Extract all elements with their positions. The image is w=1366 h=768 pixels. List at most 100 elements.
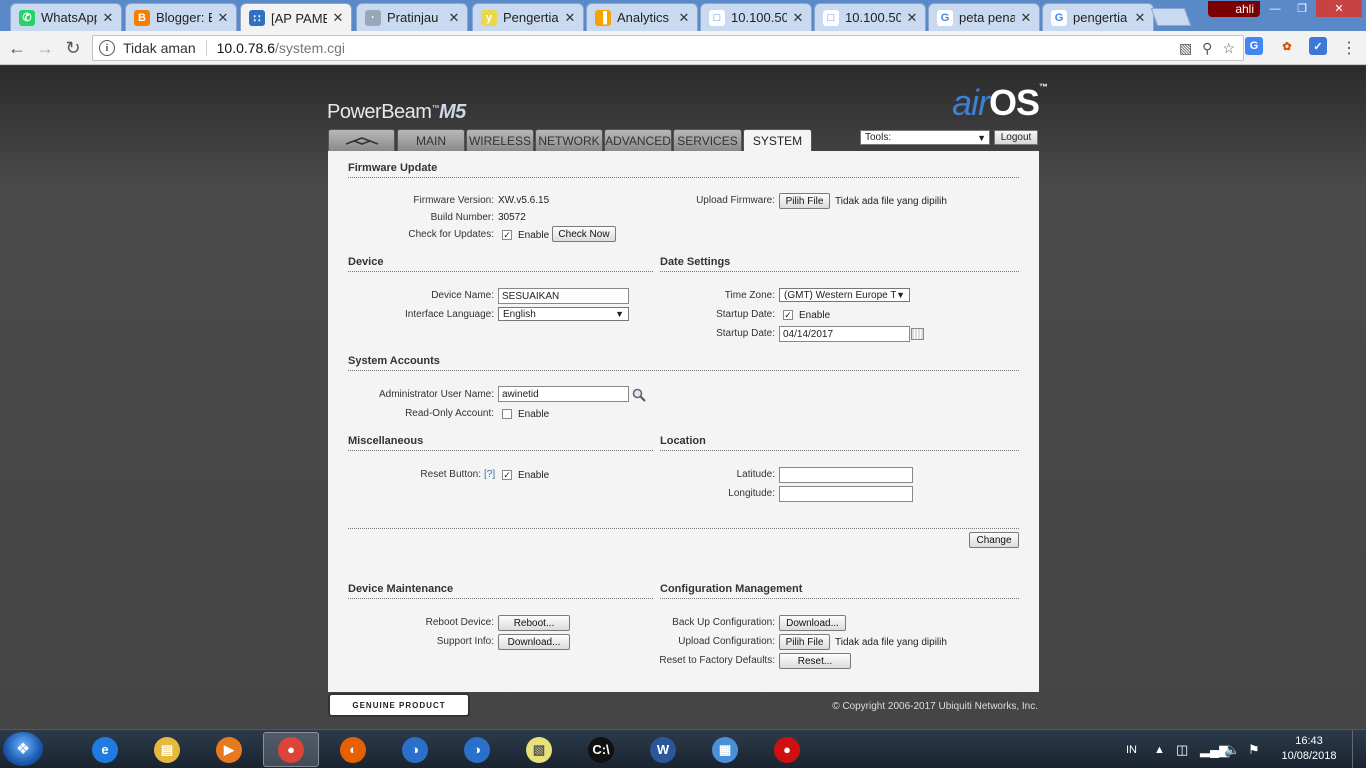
taskbar-button[interactable]: ◑ (387, 732, 443, 767)
startup-date-checkbox[interactable]: ✓ (783, 310, 793, 320)
browser-tab[interactable]: □ 10.100.50. ✕ (814, 3, 926, 31)
tab-ubiquiti-logo[interactable] (328, 129, 395, 151)
clock-time: 16:43 (1295, 735, 1323, 747)
reset-button-checkbox[interactable]: ✓ (502, 470, 512, 480)
choose-config-file-button[interactable]: Pilih File (779, 634, 830, 650)
search-icon[interactable] (632, 388, 646, 402)
reset-button-help-link[interactable]: [?] (484, 469, 495, 480)
reload-icon[interactable]: ↻ (62, 37, 84, 59)
restore-icon[interactable]: ❐ (1289, 0, 1315, 17)
taskbar-button[interactable]: ▤ (139, 732, 195, 767)
factory-reset-button[interactable]: Reset... (779, 653, 851, 669)
taskbar-button[interactable]: ▦ (697, 732, 753, 767)
new-tab-button[interactable] (1150, 8, 1192, 26)
zoom-icon[interactable]: ⚲ (1202, 40, 1212, 57)
taskbar-button[interactable]: e (77, 732, 133, 767)
startup-date-input[interactable]: 04/14/2017 (779, 326, 910, 342)
close-tab-icon[interactable]: ✕ (563, 10, 577, 26)
taskbar-button[interactable]: ◑ (449, 732, 505, 767)
check-now-button[interactable]: Check Now (552, 226, 616, 242)
show-hidden-icons[interactable]: ▲ (1154, 730, 1165, 768)
clock-date: 10/08/2018 (1281, 750, 1337, 762)
translate-icon[interactable]: ▧ (1179, 40, 1192, 57)
support-info-download-button[interactable]: Download... (498, 634, 570, 650)
checkmark-extension-icon[interactable]: ✓ (1309, 37, 1327, 55)
close-tab-icon[interactable]: ✕ (677, 10, 691, 26)
backup-config-download-button[interactable]: Download... (779, 615, 846, 631)
chrome-menu-icon[interactable]: ⋮ (1338, 37, 1360, 59)
admin-username-input[interactable]: awinetid (498, 386, 629, 402)
close-tab-icon[interactable]: ✕ (1133, 10, 1147, 26)
tab-advanced[interactable]: ADVANCED (604, 129, 672, 151)
taskbar-button[interactable]: ● (759, 732, 815, 767)
browser-tab[interactable]: □ 10.100.50. ✕ (700, 3, 812, 31)
close-tab-icon[interactable]: ✕ (101, 10, 115, 26)
browser-tab[interactable]: ✆ WhatsApp ✕ (10, 3, 122, 31)
forward-icon[interactable]: → (34, 37, 56, 59)
security-status: Tidak aman (123, 40, 196, 56)
close-tab-icon[interactable]: ✕ (331, 10, 345, 26)
browser-tab[interactable]: B Blogger: B ✕ (125, 3, 237, 31)
extension-icon[interactable]: ✿ (1278, 37, 1296, 55)
support-info-label: Support Info: (436, 636, 494, 647)
site-y-icon: y (481, 9, 497, 26)
taskbar-button[interactable]: ▶ (201, 732, 257, 767)
taskbar-button[interactable]: ◐ (325, 732, 381, 767)
tab-system[interactable]: SYSTEM (743, 129, 812, 152)
tray-device-icon[interactable]: ◫ (1176, 730, 1188, 768)
close-tab-icon[interactable]: ✕ (791, 10, 805, 26)
browser-tab[interactable]: ▐ Analytics ✕ (586, 3, 698, 31)
readonly-account-checkbox[interactable] (502, 409, 512, 419)
minimize-icon[interactable]: — (1262, 0, 1288, 17)
system-clock[interactable]: 16:43 10/08/2018 (1274, 734, 1344, 764)
close-tab-icon[interactable]: ✕ (216, 10, 230, 26)
tools-dropdown[interactable]: Tools: ▼ (860, 130, 990, 145)
browser-tab-title: WhatsApp (41, 10, 97, 25)
profile-chip[interactable]: ahli (1208, 1, 1260, 17)
tab-network[interactable]: NETWORK (535, 129, 603, 151)
close-tab-icon[interactable]: ✕ (447, 10, 461, 26)
taskbar-button[interactable]: ▧ (511, 732, 567, 767)
taskbar-button[interactable]: C:\ (573, 732, 629, 767)
time-zone-value: (GMT) Western Europe T (784, 289, 896, 301)
calendar-icon[interactable] (911, 328, 924, 340)
site-info-icon[interactable]: i (99, 40, 115, 56)
browser-tab[interactable]: Gpengertia ✕ (1042, 3, 1154, 31)
language-indicator[interactable]: IN (1126, 730, 1137, 768)
browser-tab[interactable]: ∷ [AP PAMEI✕ (240, 3, 352, 32)
longitude-input[interactable] (779, 486, 913, 502)
choose-firmware-file-button[interactable]: Pilih File (779, 193, 830, 209)
close-window-icon[interactable]: ✕ (1316, 0, 1362, 17)
address-bar[interactable]: i Tidak aman 10.0.78.6/system.cgi ▧ ⚲ ☆ (92, 35, 1244, 61)
action-center-flag-icon[interactable]: ⚑ (1248, 730, 1260, 768)
reboot-button[interactable]: Reboot... (498, 615, 570, 631)
device-name-input[interactable]: SESUAIKAN (498, 288, 629, 304)
taskbar-button[interactable]: ● (263, 732, 319, 767)
interface-language-value: English (503, 308, 536, 320)
interface-language-select[interactable]: English ▼ (498, 307, 629, 321)
check-updates-checkbox[interactable]: ✓ (502, 230, 512, 240)
time-zone-select[interactable]: (GMT) Western Europe T ▼ (779, 288, 910, 302)
close-tab-icon[interactable]: ✕ (905, 10, 919, 26)
firefox-icon: ◐ (340, 736, 366, 763)
change-button[interactable]: Change (969, 532, 1019, 548)
google-translate-extension-icon[interactable]: G (1245, 37, 1263, 55)
logout-button[interactable]: Logout (994, 130, 1038, 145)
browser-tab[interactable]: · Pratinjau ✕ (356, 3, 468, 31)
browser-tab[interactable]: Gpeta pena ✕ (928, 3, 1040, 31)
browser-tab-title: Pengertian (503, 10, 559, 25)
close-tab-icon[interactable]: ✕ (1019, 10, 1033, 26)
bookmark-star-icon[interactable]: ☆ (1222, 40, 1235, 57)
start-button[interactable]: ❖ (3, 732, 43, 766)
show-desktop-button[interactable] (1352, 730, 1366, 768)
airos-logo: airOS™ (952, 82, 1048, 123)
tab-wireless[interactable]: WIRELESS (466, 129, 534, 151)
blog-preview-icon: · (365, 9, 381, 26)
volume-icon[interactable]: 🔈 (1224, 730, 1240, 768)
latitude-input[interactable] (779, 467, 913, 483)
tab-main[interactable]: MAIN (397, 129, 465, 151)
tab-services[interactable]: SERVICES (673, 129, 742, 151)
browser-tab[interactable]: y Pengertian ✕ (472, 3, 584, 31)
back-icon[interactable]: ← (6, 37, 28, 59)
taskbar-button[interactable]: W (635, 732, 691, 767)
